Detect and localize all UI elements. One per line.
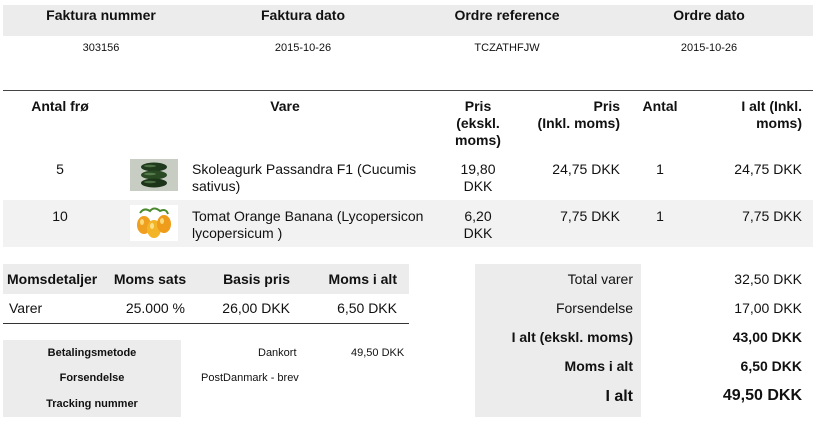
row2-price-excl-line1: 6,20 bbox=[464, 208, 492, 224]
col-header-price-excl-line3: moms) bbox=[455, 132, 501, 148]
totals-vat-value: 6,50 DKK bbox=[740, 358, 802, 374]
order-reference-label: Ordre reference bbox=[454, 7, 560, 23]
col-header-count: Antal bbox=[642, 98, 678, 114]
col-header-price-excl: Pris (ekskl. moms) bbox=[440, 98, 516, 149]
col-header-price-incl-line1: Pris bbox=[593, 98, 620, 114]
order-date-value: 2015-10-26 bbox=[680, 42, 738, 54]
payment-method-amount: 49,50 DKK bbox=[351, 347, 405, 359]
totals-vat-label: Moms i alt bbox=[564, 358, 633, 374]
order-date-label: Ordre dato bbox=[673, 7, 745, 23]
col-header-total: I alt (Inkl. moms) bbox=[700, 98, 802, 132]
row2-total: 7,75 DKK bbox=[742, 208, 802, 224]
row2-product-name: Tomat Orange Banana (Lycopersicon lycope… bbox=[192, 208, 440, 242]
col-header-total-line2: moms) bbox=[756, 115, 802, 131]
moms-header-details: Momsdetaljer bbox=[7, 271, 98, 287]
moms-table-bottom-rule bbox=[3, 323, 409, 324]
row2-price-excl: 6,20 DKK bbox=[440, 208, 516, 242]
row1-product-name-line1: Skoleagurk Passandra F1 (Cucumis bbox=[192, 161, 417, 177]
row2-product-name-line1: Tomat Orange Banana (Lycopersicon bbox=[192, 208, 424, 224]
totals-excl-label: I alt (ekskl. moms) bbox=[511, 329, 633, 345]
row2-product-name-line2: lycopersicum ) bbox=[192, 225, 283, 241]
row1-product-name: Skoleagurk Passandra F1 (Cucumis sativus… bbox=[192, 161, 440, 195]
payment-shipping-value: PostDanmark - brev bbox=[201, 372, 299, 384]
row1-count: 1 bbox=[656, 161, 664, 177]
col-header-product: Vare bbox=[270, 98, 300, 114]
cucumber-image bbox=[130, 159, 178, 191]
col-header-qty: Antal frø bbox=[31, 98, 89, 114]
totals-shipping-value: 17,00 DKK bbox=[734, 300, 802, 316]
col-header-price-excl-line1: Pris bbox=[464, 98, 492, 114]
moms-row-base: 26,00 DKK bbox=[222, 300, 290, 316]
row1-qty: 5 bbox=[56, 161, 64, 177]
order-reference-value: TCZATHFJW bbox=[474, 42, 540, 54]
row2-qty: 10 bbox=[52, 208, 68, 224]
col-header-price-incl-line2: (Inkl. moms) bbox=[537, 115, 620, 131]
totals-excl-value: 43,00 DKK bbox=[732, 329, 802, 345]
payment-method-label: Betalingsmetode bbox=[47, 347, 137, 359]
totals-items-value: 32,50 DKK bbox=[734, 271, 802, 287]
invoice-number-label: Faktura nummer bbox=[46, 7, 156, 23]
row1-product-name-line2: sativus) bbox=[192, 178, 241, 194]
row1-price-excl-line1: 19,80 bbox=[460, 161, 496, 177]
row2-count: 1 bbox=[656, 208, 664, 224]
moms-row-label: Varer bbox=[9, 300, 43, 316]
moms-header-base: Basis pris bbox=[223, 271, 290, 287]
items-table-top-rule bbox=[3, 90, 813, 91]
totals-items-label: Total varer bbox=[567, 271, 633, 287]
row1-total: 24,75 DKK bbox=[734, 161, 802, 177]
payment-tracking-label: Tracking nummer bbox=[46, 398, 138, 410]
moms-header-total: Moms i alt bbox=[328, 271, 397, 287]
totals-shipping-label: Forsendelse bbox=[555, 300, 633, 316]
totals-grand-value: 49,50 DKK bbox=[722, 387, 802, 404]
invoice-number-value: 303156 bbox=[82, 42, 120, 54]
row2-price-incl: 7,75 DKK bbox=[560, 208, 620, 224]
orange-tomato-image bbox=[130, 205, 178, 241]
moms-row-rate: 25.000 % bbox=[125, 300, 185, 316]
invoice-date-label: Faktura dato bbox=[260, 7, 345, 23]
row1-price-excl: 19,80 DKK bbox=[440, 161, 516, 195]
row1-price-excl-line2: DKK bbox=[463, 178, 493, 194]
invoice-date-value: 2015-10-26 bbox=[274, 42, 332, 54]
row1-price-incl: 24,75 DKK bbox=[552, 161, 620, 177]
row2-price-excl-line2: DKK bbox=[463, 225, 493, 241]
moms-header-rate: Moms sats bbox=[113, 271, 187, 287]
payment-shipping-label: Forsendelse bbox=[59, 372, 125, 384]
col-header-price-incl: Pris (Inkl. moms) bbox=[520, 98, 620, 132]
moms-row-total: 6,50 DKK bbox=[337, 300, 397, 316]
col-header-price-excl-line2: (ekskl. bbox=[456, 115, 500, 131]
col-header-total-line1: I alt (Inkl. bbox=[741, 98, 802, 114]
totals-grand-label: I alt bbox=[605, 388, 633, 405]
payment-method-value: Dankort bbox=[258, 347, 297, 359]
